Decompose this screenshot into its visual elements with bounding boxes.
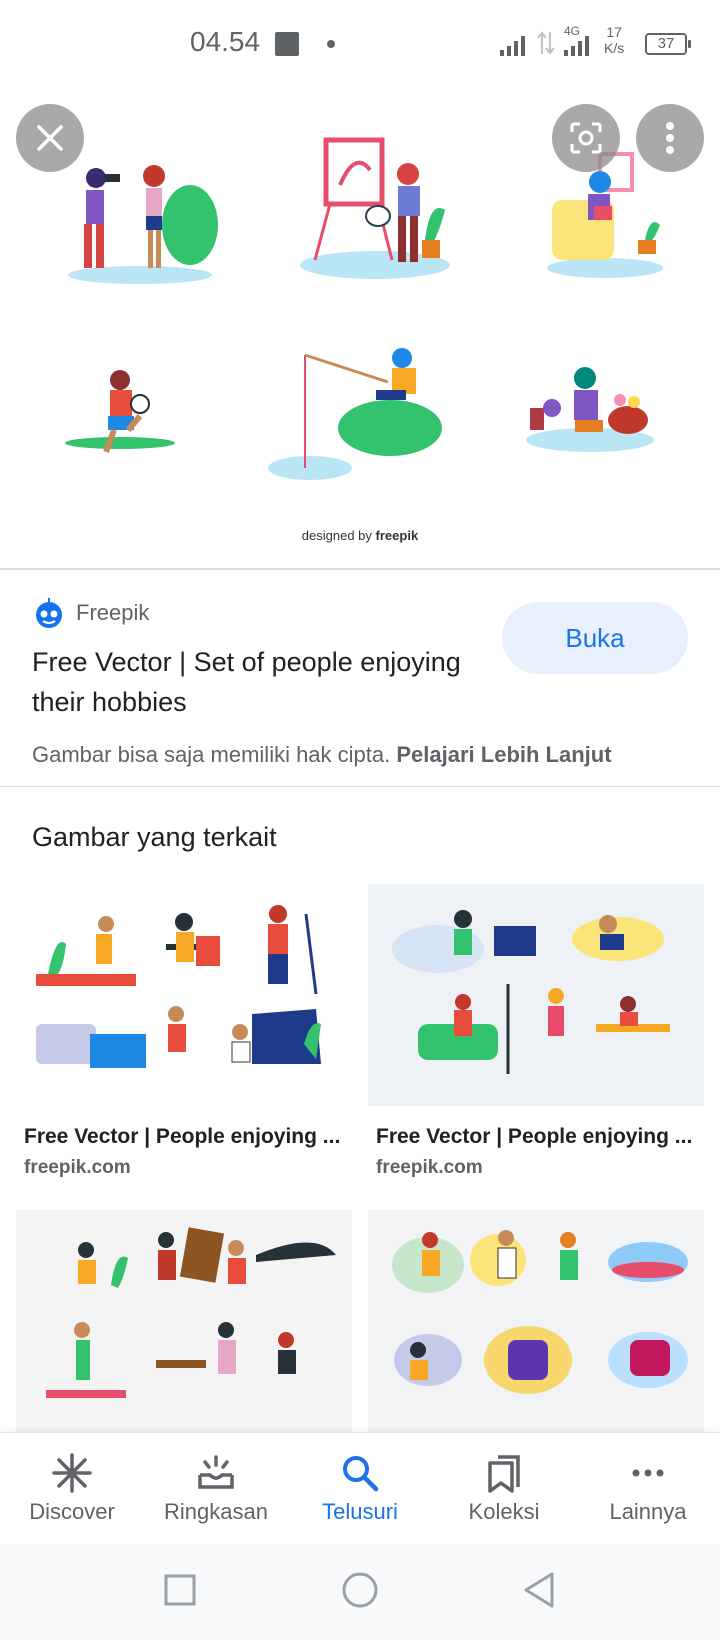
home-button[interactable] [340, 1570, 380, 1610]
nav-label: Koleksi [468, 1499, 540, 1524]
screenshot-notification-icon [275, 32, 299, 56]
back-button[interactable] [520, 1570, 560, 1610]
recents-button[interactable] [160, 1570, 200, 1610]
summary-icon [198, 1455, 234, 1489]
data-transfer-icon [537, 31, 555, 55]
nav-ringkasan[interactable]: Ringkasan [144, 1433, 288, 1544]
freepik-logo-icon [36, 598, 62, 628]
nav-label: Lainnya [609, 1499, 687, 1524]
related-image-card[interactable]: Free Vector | People enjoying ... freepi… [368, 884, 704, 1179]
divider [0, 786, 720, 787]
more-options-button[interactable] [636, 104, 704, 172]
source-row[interactable]: Freepik [32, 596, 149, 630]
related-image-card[interactable] [16, 1210, 352, 1459]
nav-telusuri[interactable]: Telusuri [288, 1433, 432, 1544]
search-icon [343, 1456, 379, 1492]
copyright-text: Gambar bisa saja memiliki hak cipta. [32, 742, 391, 767]
signal-1-icon [500, 32, 525, 56]
related-domain: freepik.com [376, 1157, 483, 1178]
related-caption: Free Vector | People enjoying ... [24, 1125, 341, 1148]
status-time: 04.54 [190, 26, 261, 57]
close-icon [37, 125, 63, 151]
speed-unit: K/s [604, 40, 625, 56]
system-navigation-bar [0, 1544, 720, 1640]
nav-label: Discover [29, 1499, 115, 1524]
close-button[interactable] [16, 104, 84, 172]
asterisk-icon [52, 1453, 92, 1493]
network-speed: 17 K/s [604, 24, 624, 56]
signal-2-icon [564, 32, 589, 56]
speed-value: 17 [606, 24, 622, 40]
lens-button[interactable] [552, 104, 620, 172]
related-image-card[interactable] [368, 1210, 704, 1459]
lens-icon [570, 122, 602, 154]
related-thumbnail [368, 1210, 704, 1432]
hobbies-illustration [65, 137, 663, 480]
source-name: Freepik [76, 600, 150, 625]
copyright-notice: Gambar bisa saja memiliki hak cipta. Pel… [32, 742, 612, 768]
nav-label: Ringkasan [164, 1499, 268, 1524]
more-vertical-icon [666, 122, 674, 154]
bottom-navigation: Discover Ringkasan Telusuri Koleksi Lain… [0, 1432, 720, 1544]
related-caption: Free Vector | People enjoying ... [376, 1125, 693, 1148]
image-credit: designed by freepik [0, 528, 720, 543]
related-thumbnail [16, 1210, 352, 1432]
nav-koleksi[interactable]: Koleksi [432, 1433, 576, 1544]
related-thumbnail [368, 884, 704, 1106]
open-button[interactable]: Buka [502, 602, 688, 674]
more-horizontal-icon [632, 1469, 664, 1477]
result-title[interactable]: Free Vector | Set of people enjoying the… [32, 642, 472, 722]
preview-image[interactable]: designed by freepik [0, 90, 720, 570]
status-bar: 04.54 4G 17 K/s 37 [0, 0, 720, 90]
notification-dot-icon [327, 40, 335, 48]
credit-prefix: designed by [301, 528, 372, 543]
nav-label: Telusuri [322, 1499, 398, 1524]
bookmarks-icon [488, 1455, 520, 1493]
learn-more-link[interactable]: Pelajari Lebih Lanjut [396, 742, 611, 767]
related-thumbnail [16, 884, 352, 1106]
related-image-card[interactable]: Free Vector | People enjoying ... freepi… [16, 884, 352, 1179]
credit-brand: freepik [375, 528, 419, 543]
battery-icon: 37 [645, 33, 691, 55]
divider [0, 568, 720, 570]
nav-discover[interactable]: Discover [0, 1433, 144, 1544]
related-domain: freepik.com [24, 1157, 131, 1178]
status-indicators: 4G 17 K/s 37 [500, 24, 700, 62]
nav-lainnya[interactable]: Lainnya [576, 1433, 720, 1544]
related-images-heading: Gambar yang terkait [32, 822, 277, 852]
